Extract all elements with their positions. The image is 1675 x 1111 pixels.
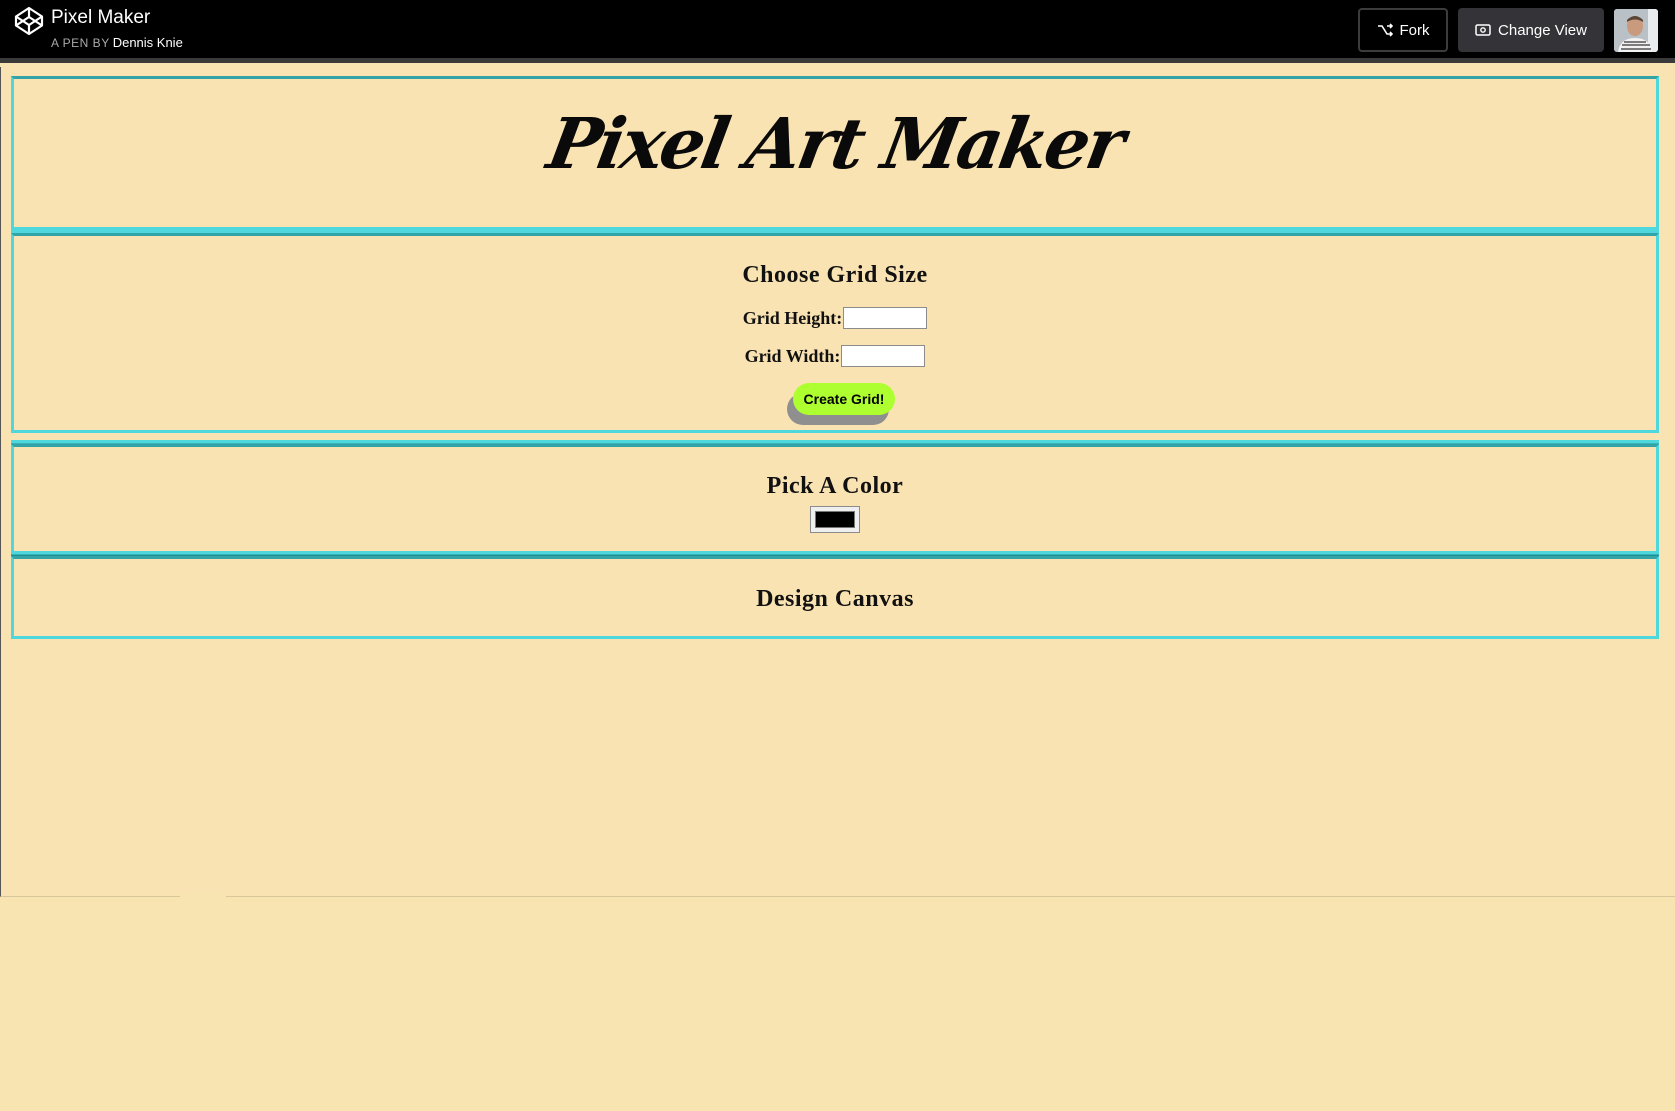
fork-icon — [1377, 23, 1393, 37]
page-title: Pixel Art Maker — [541, 102, 1129, 185]
user-avatar[interactable] — [1614, 9, 1658, 52]
title-section: Pixel Art Maker — [11, 76, 1659, 230]
grid-width-row: Grid Width: — [14, 345, 1656, 367]
pen-by-prefix: A PEN BY — [51, 36, 110, 50]
selected-color-swatch — [815, 511, 855, 528]
grid-size-section: Choose Grid Size Grid Height: Grid Width… — [11, 233, 1659, 433]
pen-byline: A PEN BY Dennis Knie — [51, 35, 183, 50]
codepen-logo-icon[interactable] — [14, 6, 44, 36]
grid-width-label: Grid Width: — [744, 345, 841, 366]
fork-button-label: Fork — [1399, 21, 1430, 39]
design-canvas-section: Design Canvas — [11, 556, 1659, 639]
change-view-icon — [1475, 24, 1491, 36]
fork-button[interactable]: Fork — [1358, 8, 1448, 52]
grid-width-input[interactable] — [841, 345, 926, 367]
pen-title[interactable]: Pixel Maker — [51, 7, 150, 29]
pick-color-heading: Pick A Color — [766, 473, 904, 499]
color-section: Pick A Color — [11, 444, 1659, 554]
create-grid-wrapper: Create Grid! — [787, 383, 895, 425]
preview-frame: Pixel Art Maker Choose Grid Size Grid He… — [0, 67, 1675, 897]
grid-height-label: Grid Height: — [742, 307, 843, 328]
frame-gap — [180, 893, 226, 899]
avatar-photo — [1614, 9, 1658, 52]
grid-height-row: Grid Height: — [14, 307, 1656, 329]
color-picker-input[interactable] — [810, 506, 860, 533]
grid-height-input[interactable] — [843, 307, 928, 329]
codepen-header: Pixel Maker A PEN BY Dennis Knie Fork Cha… — [0, 0, 1675, 63]
create-grid-button[interactable]: Create Grid! — [793, 383, 895, 415]
design-canvas-heading: Design Canvas — [756, 586, 914, 612]
grid-size-heading: Choose Grid Size — [742, 262, 928, 288]
author-link[interactable]: Dennis Knie — [113, 35, 183, 50]
change-view-label: Change View — [1498, 21, 1587, 39]
change-view-button[interactable]: Change View — [1458, 8, 1604, 52]
